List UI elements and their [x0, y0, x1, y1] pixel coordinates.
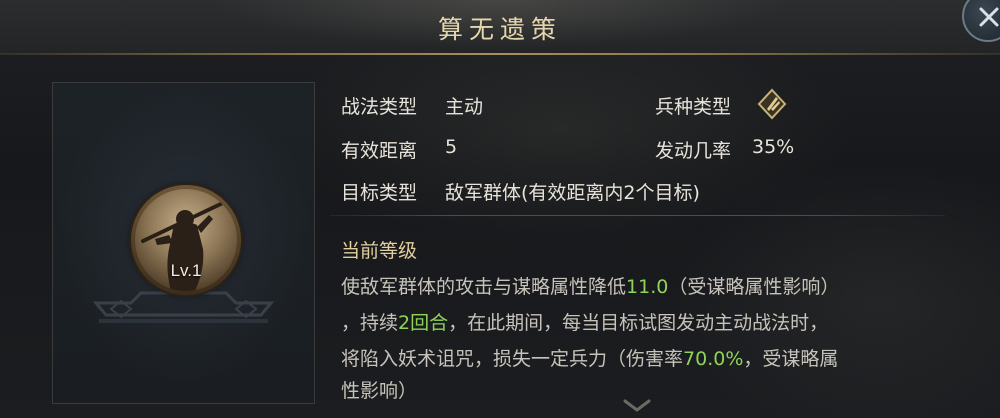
description-line-2: ，持续2回合，在此期间，每当目标试图发动主动战法时， [341, 308, 828, 335]
troop-type-icon [757, 88, 787, 120]
description-highlight: 2回合 [398, 312, 449, 334]
description-text: 将陷入妖术诅咒，损失一定兵力（伤害率 [341, 348, 684, 370]
title-divider [0, 53, 1000, 55]
chevron-down-icon[interactable] [622, 398, 652, 414]
target-type-value: 敌军群体(有效距离内2个目标) [445, 182, 700, 204]
skill-type-label: 战法类型 [341, 96, 418, 118]
skill-icon: Lv.1 [131, 185, 241, 295]
description-text: ，持续 [341, 312, 399, 334]
distance-label: 有效距离 [341, 140, 418, 162]
description-line-4: 性影响） [341, 380, 418, 402]
description-text: ，受谋略属 [743, 348, 839, 370]
description-line-3: 将陷入妖术诅咒，损失一定兵力（伤害率70.0%，受谋略属 [341, 344, 838, 371]
target-type-label: 目标类型 [341, 182, 418, 204]
description-highlight: 11.0 [626, 276, 669, 298]
current-level-heading: 当前等级 [341, 240, 418, 262]
trigger-rate-value: 35% [752, 136, 795, 158]
skill-portrait-panel: Lv.1 [52, 82, 315, 404]
skill-portrait-icon: Lv.1 [135, 189, 237, 291]
description-line-1: 使敌军群体的攻击与谋略属性降低11.0（受谋略属性影响） [341, 272, 839, 299]
section-divider [330, 215, 945, 216]
skill-level-label: Lv.1 [170, 261, 202, 280]
page-title: 算无遗策 [437, 15, 562, 44]
skill-detail-screen: 算无遗策 Lv.1 战法类型 主动 兵种类型 有效距离 5 发动几率 35% 目… [0, 0, 1000, 418]
skill-type-value: 主动 [445, 96, 484, 118]
description-text: 使敌军群体的攻击与谋略属性降低 [341, 276, 627, 298]
distance-value: 5 [445, 136, 458, 158]
description-highlight: 70.0% [683, 348, 744, 370]
troop-type-label: 兵种类型 [655, 96, 732, 118]
close-icon [979, 7, 999, 27]
title-bar: 算无遗策 [0, 0, 1000, 54]
description-text: （受谋略属性影响） [668, 276, 840, 298]
trigger-rate-label: 发动几率 [655, 140, 732, 162]
description-text: ，在此期间，每当目标试图发动主动战法时， [448, 312, 829, 334]
